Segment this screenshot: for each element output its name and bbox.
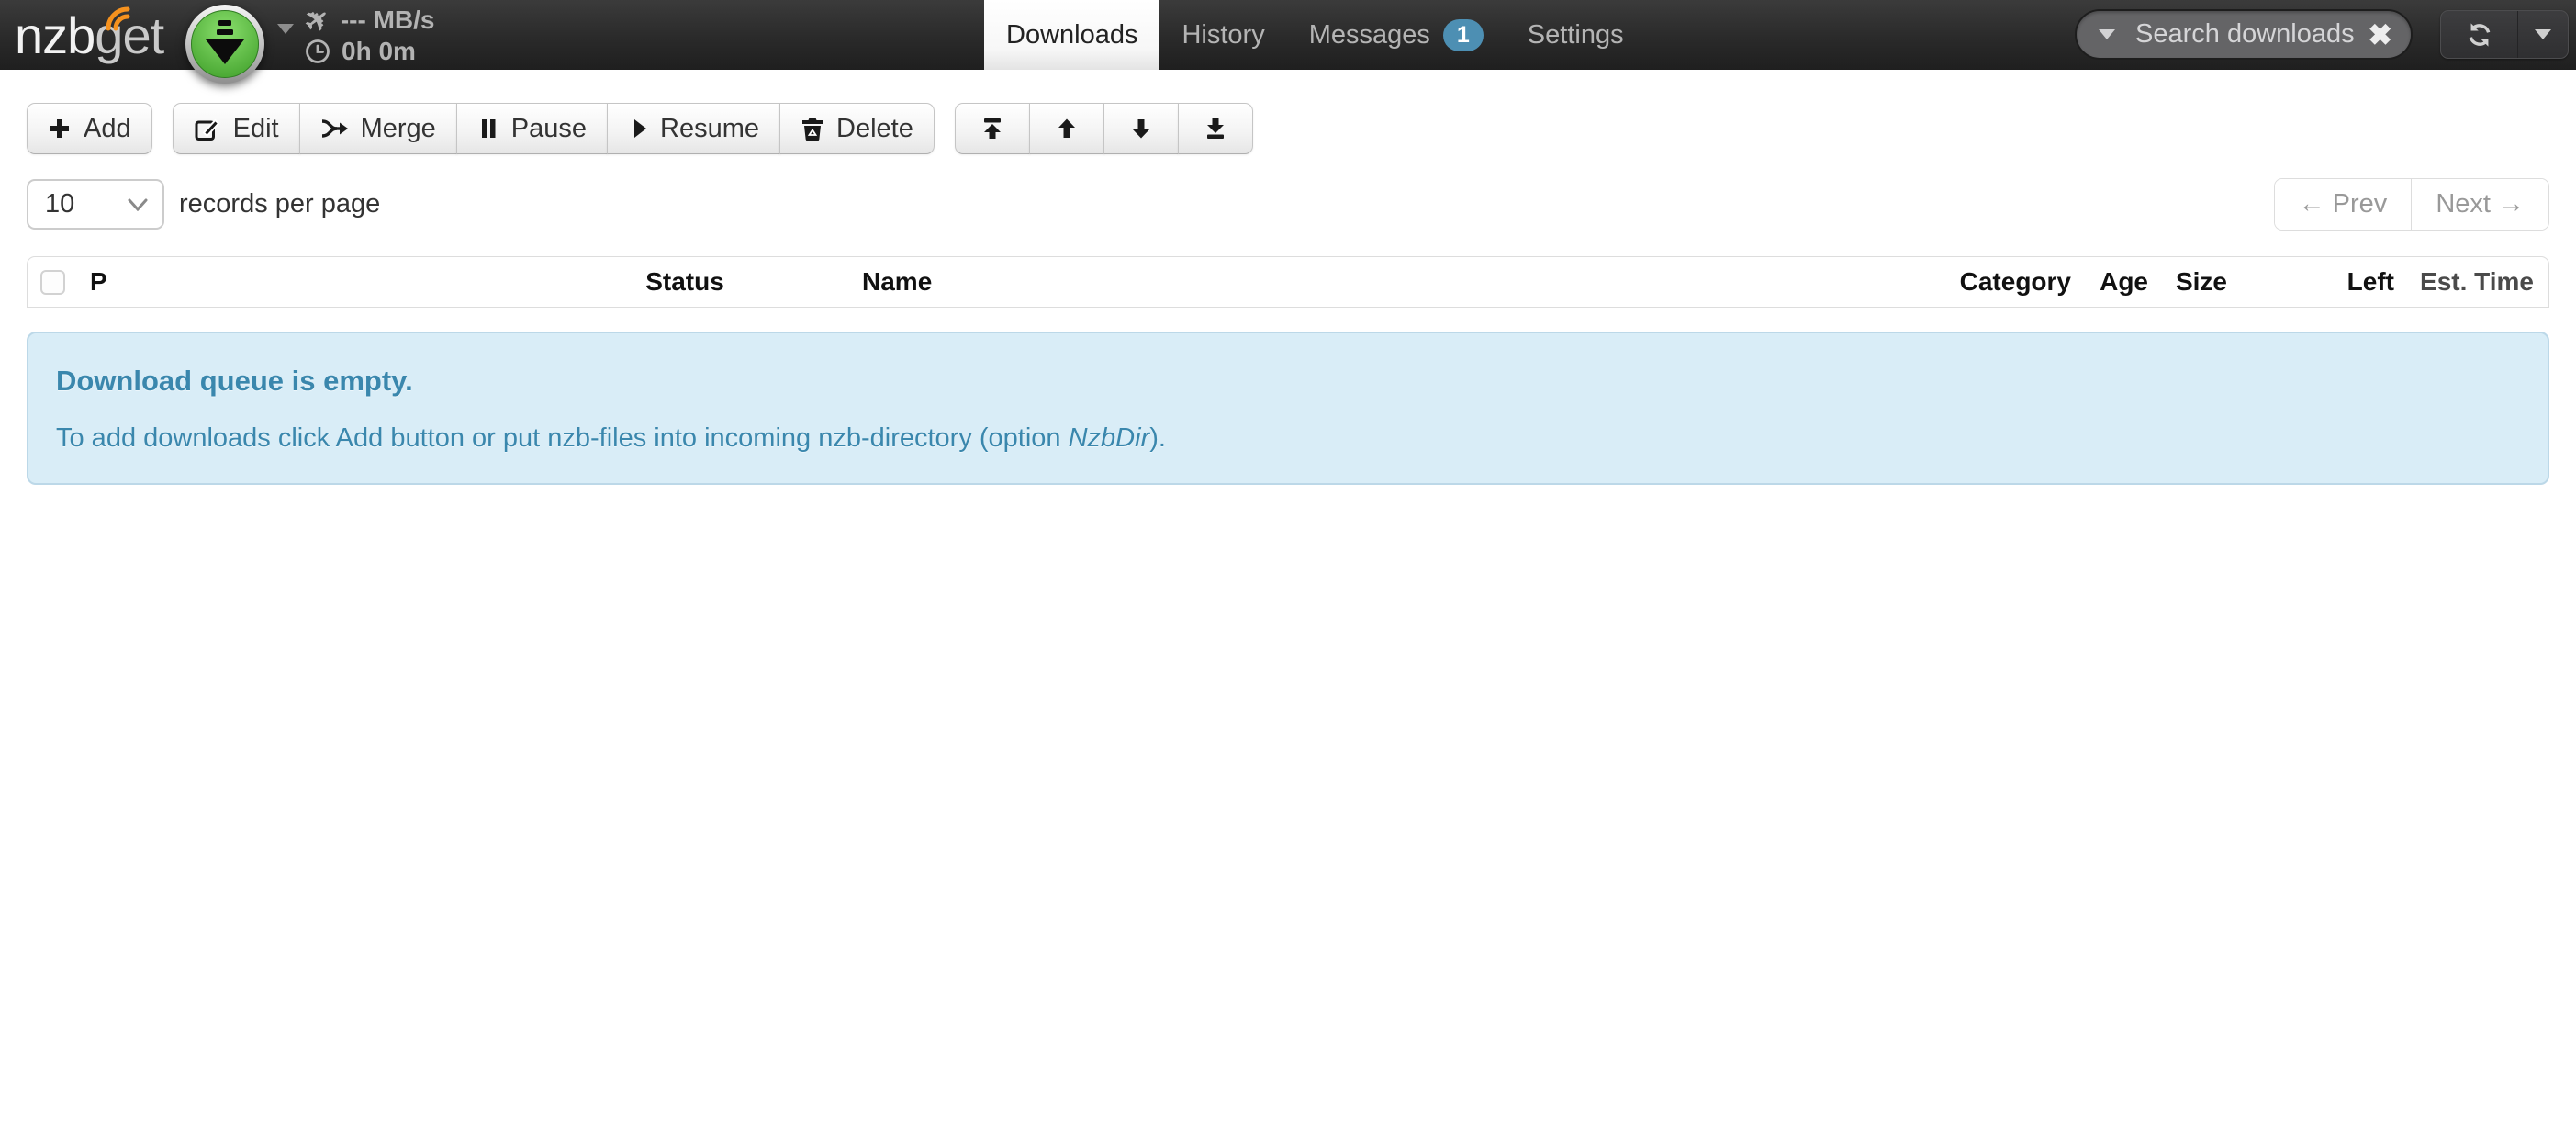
chevron-down-icon — [2535, 29, 2551, 39]
queue-actions-group: Edit Merge Pause — [173, 103, 935, 154]
move-to-top-button[interactable] — [955, 103, 1030, 154]
column-size[interactable]: Size — [2154, 267, 2246, 297]
time-left-value: 0h 0m — [342, 37, 416, 66]
main-tabs: Downloads History Messages 1 Settings — [984, 0, 1646, 70]
nzbdir-option-label: NzbDir — [1069, 423, 1150, 453]
play-pause-toggle-button[interactable] — [184, 3, 266, 85]
speed-value: --- MB/s — [341, 6, 435, 35]
pause-button[interactable]: Pause — [456, 103, 608, 154]
page-size-select[interactable]: 10 — [27, 179, 164, 230]
arrow-to-top-icon — [980, 117, 1004, 141]
reorder-group — [955, 103, 1253, 154]
search-options-caret-icon[interactable] — [2099, 29, 2115, 39]
move-to-bottom-button[interactable] — [1178, 103, 1253, 154]
logo-menu-caret-icon[interactable] — [277, 24, 294, 34]
add-button[interactable]: Add — [27, 103, 152, 154]
play-icon — [628, 117, 648, 141]
signal-arcs-icon — [103, 4, 134, 31]
download-arrow-icon — [184, 3, 266, 85]
empty-queue-title: Download queue is empty. — [56, 365, 2520, 398]
queue-toolbar: Add Edit Merge — [27, 103, 2549, 154]
arrow-up-icon — [1055, 117, 1079, 141]
speed-status: ✈ --- MB/s — [305, 6, 434, 35]
refresh-options-button[interactable] — [2518, 11, 2568, 58]
delete-button[interactable]: Delete — [779, 103, 935, 154]
empty-queue-message: To add downloads click Add button or put… — [56, 423, 2520, 454]
queue-table-header: P Status Name Category Age Size Left Est… — [27, 256, 2549, 308]
logo: nzb get — [15, 6, 163, 65]
select-all-checkbox[interactable] — [40, 270, 65, 295]
column-est-time[interactable]: Est. Time — [2402, 267, 2548, 297]
next-page-button[interactable]: Next → — [2412, 179, 2548, 230]
tab-downloads[interactable]: Downloads — [984, 0, 1159, 70]
select-chevron-icon — [128, 198, 148, 211]
messages-badge: 1 — [1443, 19, 1484, 51]
prev-page-button[interactable]: ← Prev — [2275, 179, 2413, 230]
move-down-button[interactable] — [1103, 103, 1179, 154]
column-age[interactable]: Age — [2071, 267, 2154, 297]
edit-button[interactable]: Edit — [173, 103, 300, 154]
refresh-button[interactable] — [2441, 11, 2518, 58]
logo-text-nzb: nzb — [15, 6, 95, 65]
arrow-down-icon — [1129, 117, 1153, 141]
pause-icon — [477, 117, 499, 141]
column-category[interactable]: Category — [1869, 267, 2071, 297]
empty-queue-alert: Download queue is empty. To add download… — [27, 332, 2549, 485]
time-status: 0h 0m — [305, 37, 434, 66]
column-left[interactable]: Left — [2246, 267, 2402, 297]
search-box: ✖ — [2075, 9, 2413, 60]
edit-icon — [194, 116, 221, 141]
clear-search-icon[interactable]: ✖ — [2368, 20, 2392, 50]
trash-icon — [801, 116, 824, 141]
resume-button[interactable]: Resume — [607, 103, 780, 154]
column-status[interactable]: Status — [593, 267, 777, 297]
tab-messages[interactable]: Messages 1 — [1287, 0, 1506, 70]
page-size-controls: 10 records per page — [27, 179, 380, 230]
downloads-page: Add Edit Merge — [0, 70, 2576, 485]
clock-icon — [305, 39, 330, 64]
pagination: ← Prev Next → — [2274, 178, 2549, 231]
tab-history[interactable]: History — [1159, 0, 1286, 70]
list-controls: 10 records per page ← Prev Next → — [27, 178, 2549, 231]
plus-icon — [48, 117, 72, 141]
records-per-page-label: records per page — [179, 189, 380, 220]
column-name[interactable]: Name — [777, 267, 1869, 297]
move-up-button[interactable] — [1029, 103, 1104, 154]
merge-icon — [320, 117, 349, 141]
merge-button[interactable]: Merge — [299, 103, 457, 154]
status-panel: ✈ --- MB/s 0h 0m — [305, 6, 434, 66]
search-input[interactable] — [2135, 19, 2368, 50]
refresh-button-group — [2440, 10, 2569, 59]
navbar: nzb get ✈ --- MB/s — [0, 0, 2576, 70]
column-priority[interactable]: P — [79, 267, 593, 297]
tab-settings[interactable]: Settings — [1506, 0, 1646, 70]
page-size-value: 10 — [45, 189, 74, 220]
refresh-icon — [2466, 21, 2493, 49]
select-all-cell — [28, 270, 79, 295]
arrow-to-bottom-icon — [1204, 117, 1227, 141]
airplane-icon: ✈ — [298, 1, 336, 39]
